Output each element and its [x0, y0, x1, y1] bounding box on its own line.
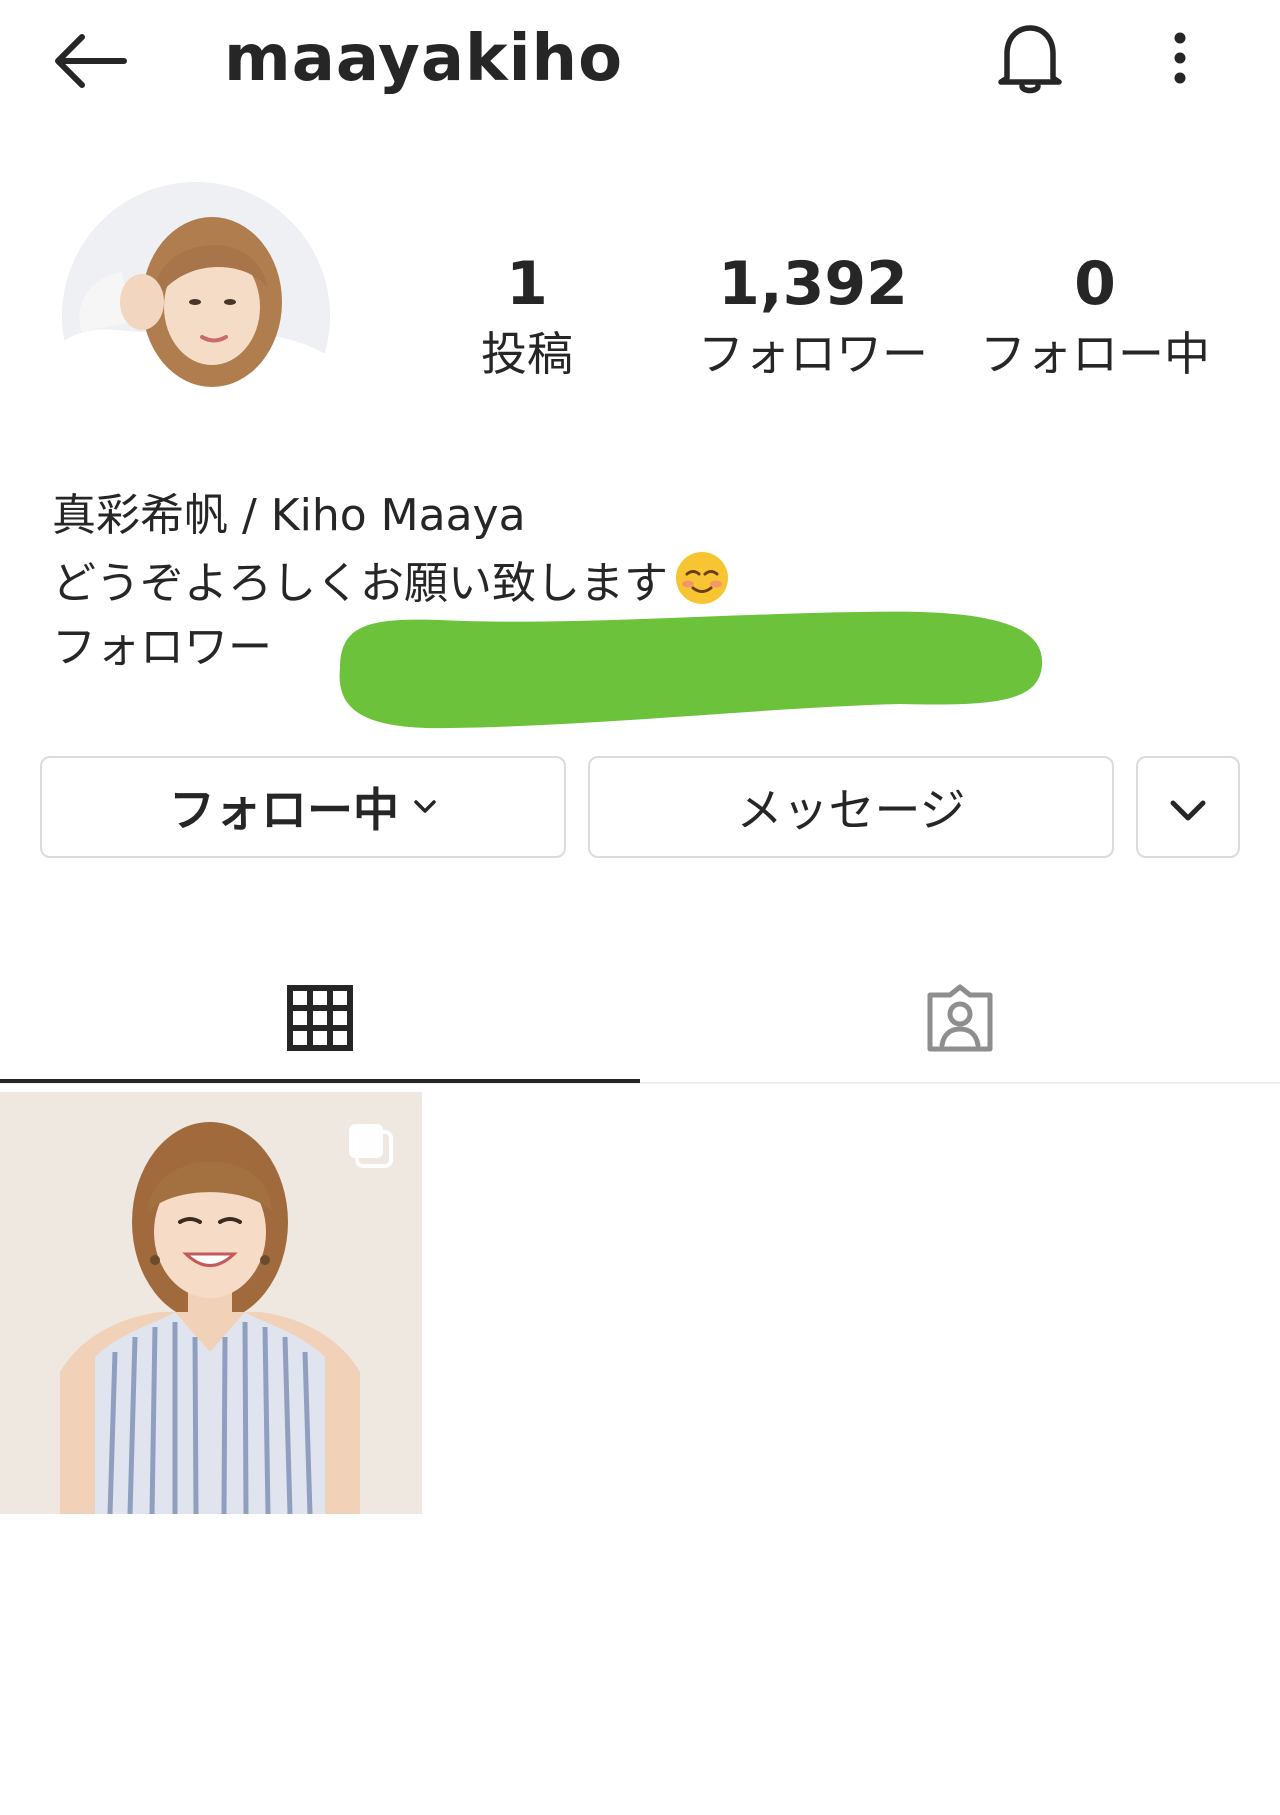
following-count: 0 [1074, 249, 1116, 319]
tab-tagged[interactable] [640, 960, 1280, 1080]
stat-following[interactable]: 0 フォロー中 [965, 248, 1225, 384]
message-button-label: メッセージ [736, 783, 966, 837]
followers-label: フォロワー [698, 327, 928, 381]
notifications-button[interactable] [990, 15, 1070, 105]
posts-label: 投稿 [481, 327, 573, 381]
stat-followers[interactable]: 1,392 フォロワー [683, 248, 943, 384]
profile-display-name: 真彩希帆 / Kiho Maaya [52, 490, 526, 541]
arrow-left-icon [52, 31, 128, 95]
tab-grid[interactable] [0, 960, 640, 1080]
profile-avatar[interactable] [62, 182, 330, 450]
bio-followers-line: フォロワー [52, 622, 272, 673]
bio-text: どうぞよろしくお願い致します [52, 558, 668, 609]
bell-icon [995, 20, 1065, 100]
chevron-down-icon [413, 799, 437, 815]
tagged-person-icon [924, 983, 996, 1057]
chevron-down-icon [1169, 780, 1207, 834]
stat-posts[interactable]: 1 投稿 [397, 248, 657, 384]
profile-username: maayakiho [224, 22, 624, 96]
following-label: フォロー中 [980, 327, 1210, 381]
message-button[interactable]: メッセージ [588, 756, 1114, 858]
followers-count: 1,392 [718, 249, 908, 319]
grid-icon [287, 985, 353, 1055]
following-button-label: フォロー中 [169, 783, 399, 837]
back-button[interactable] [40, 25, 140, 100]
post-thumbnail[interactable] [0, 1092, 422, 1514]
redaction-scribble [300, 604, 1044, 732]
more-options-button[interactable] [1150, 20, 1210, 100]
more-vertical-icon [1170, 30, 1190, 90]
posts-count: 1 [506, 249, 548, 319]
suggested-accounts-button[interactable] [1136, 756, 1240, 858]
carousel-icon [345, 1120, 395, 1174]
following-button[interactable]: フォロー中 [40, 756, 566, 858]
active-tab-indicator [0, 1079, 640, 1083]
